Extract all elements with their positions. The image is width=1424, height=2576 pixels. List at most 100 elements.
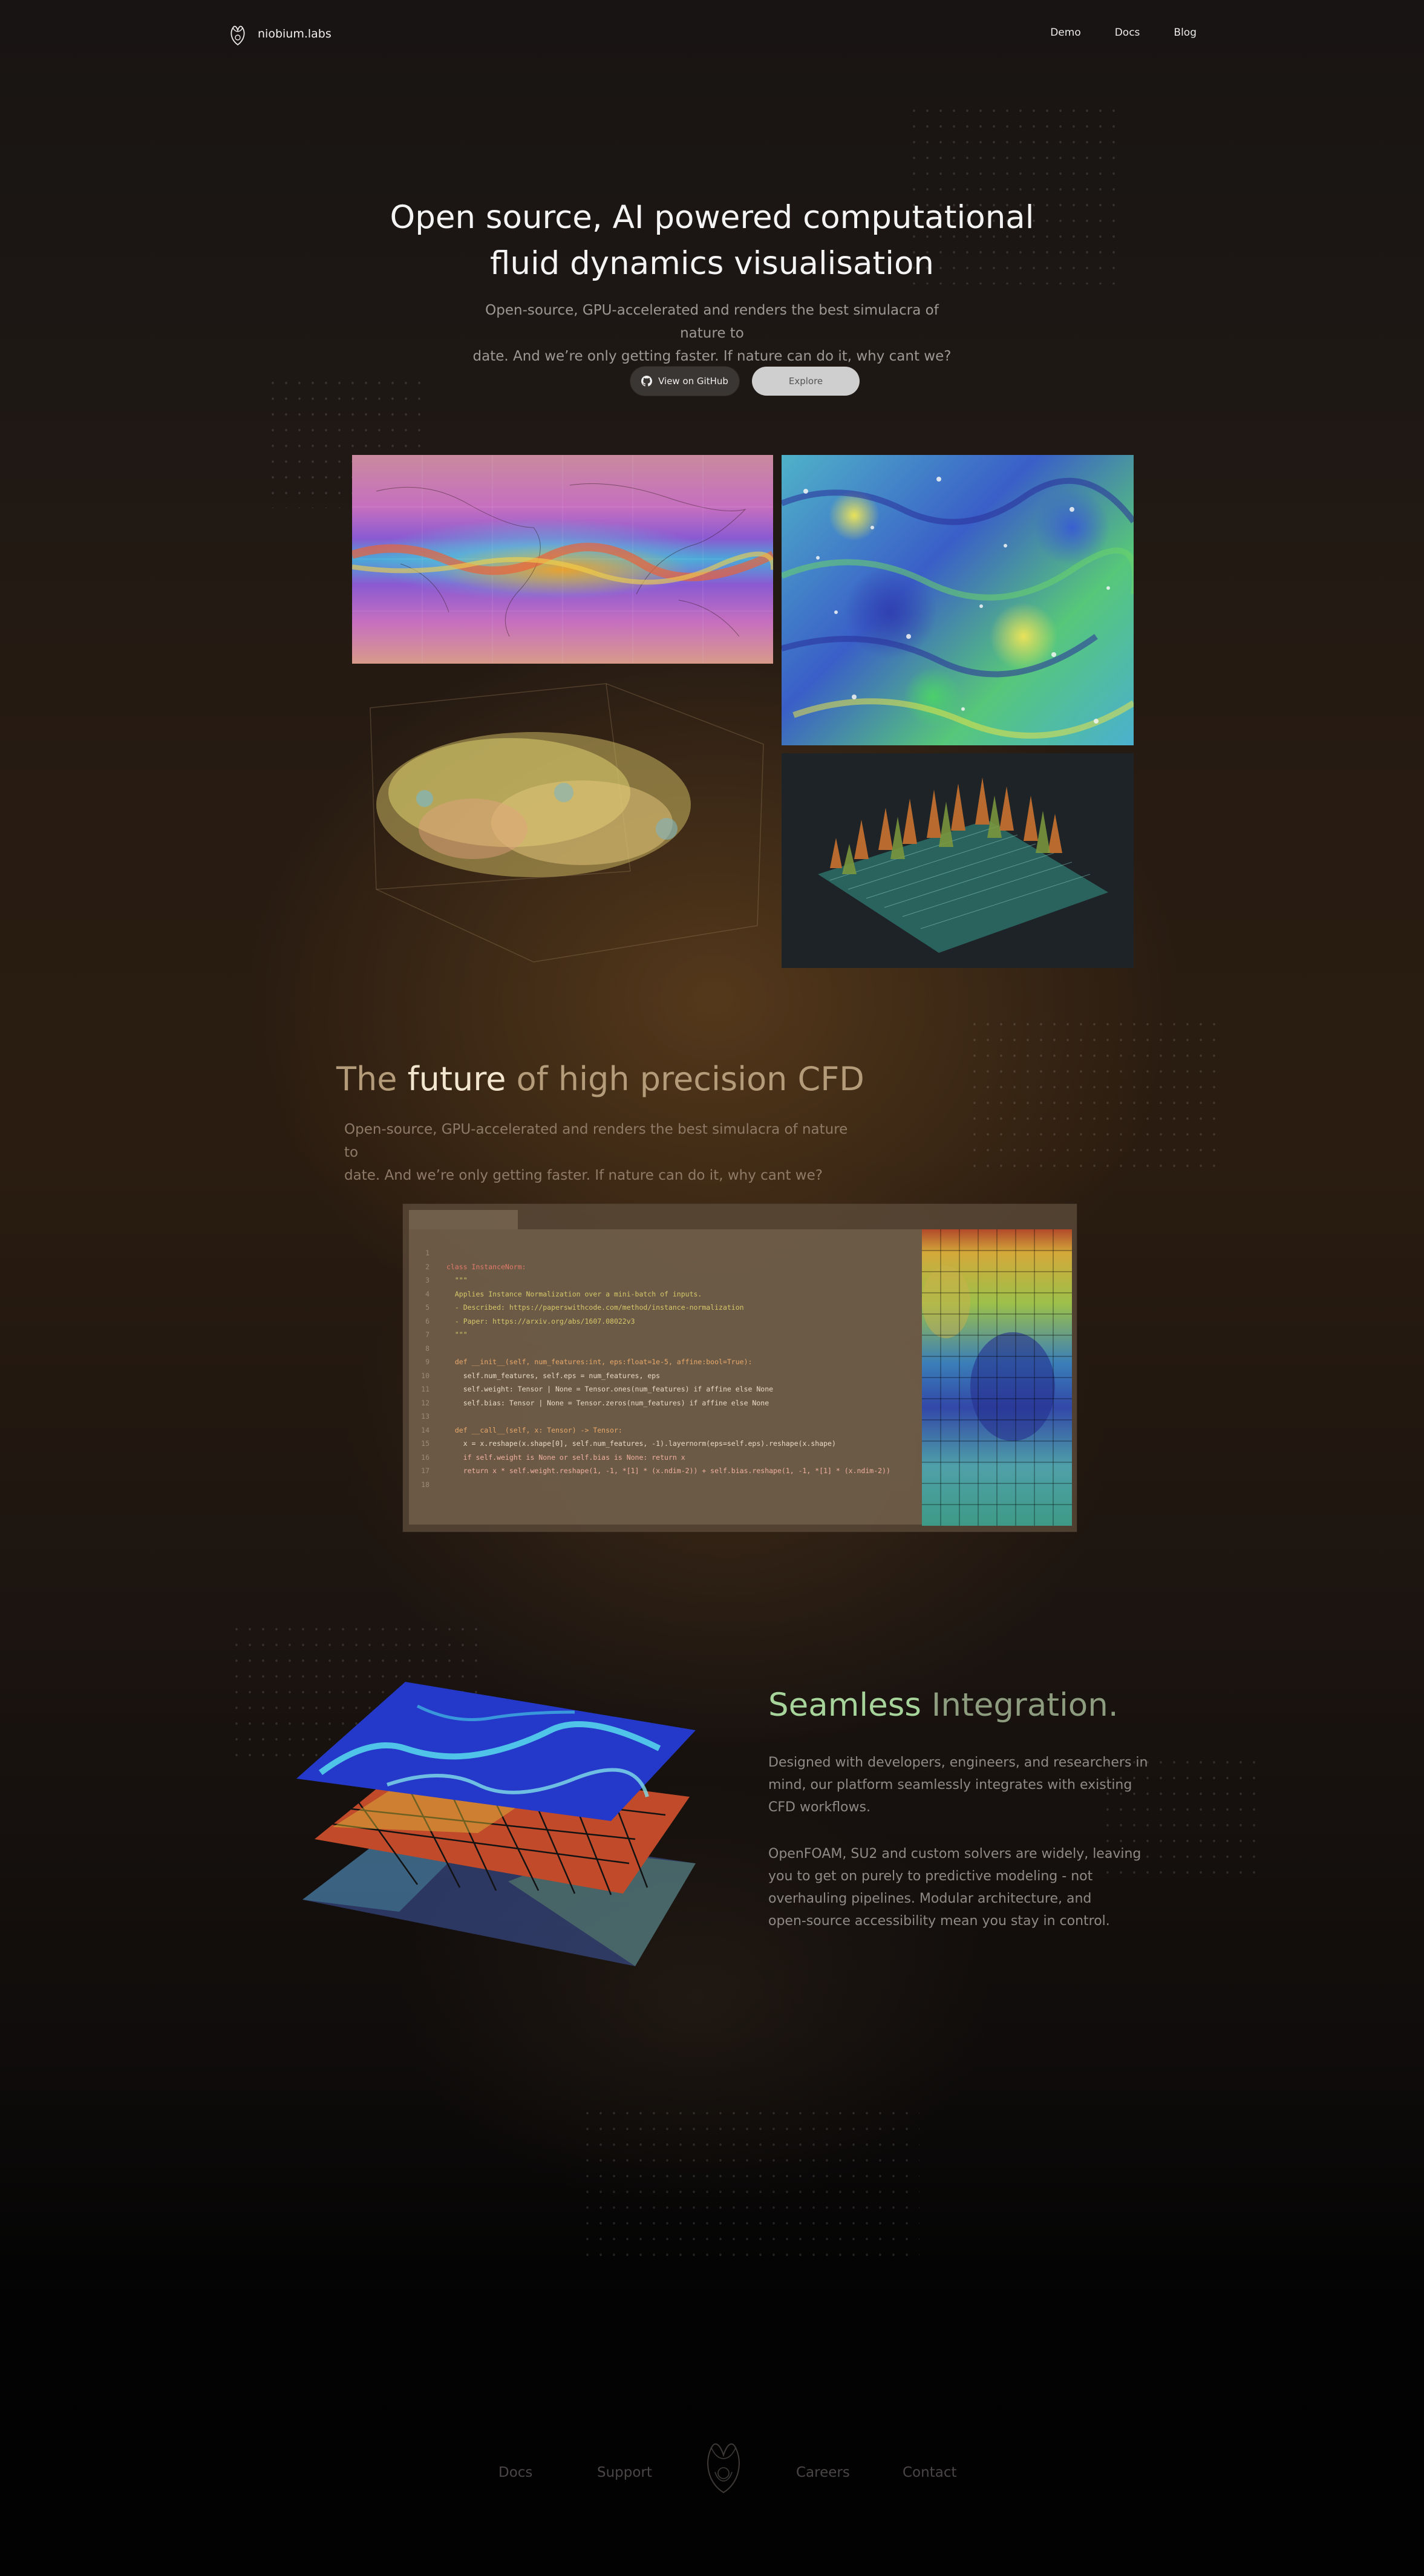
line-number: 18 [421,1480,429,1489]
future-subtitle: Open-source, GPU-accelerated and renders… [344,1118,864,1187]
line-number: 5 [425,1303,429,1312]
future-heading: The future of high precision CFD [336,1060,864,1098]
global-weather-map-image [352,455,773,664]
explore-button-label: Explore [788,376,823,387]
line-number: 10 [421,1371,429,1380]
line-number: 8 [425,1344,429,1353]
line-number: 4 [425,1289,429,1298]
seamless-p2-line: open-source accessibility mean you stay … [768,1914,1110,1929]
code-line: 15 x = x.reshape(x.shape[0], self.num_fe… [409,1437,923,1451]
github-icon [641,376,653,387]
code-line: 2 class InstanceNorm: [409,1260,923,1274]
top-nav: niobium.labs Demo Docs Blog [227,22,1197,46]
nav-links: Demo Docs Blog [1050,27,1197,39]
line-number: 11 [421,1385,429,1393]
code-line: 9 def __init__(self, num_features:int, e… [409,1355,923,1369]
code-line: 17 return x * self.weight.reshape(1, -1,… [409,1464,923,1478]
code-text: Applies Instance Normalization over a mi… [446,1289,702,1298]
logo-icon [230,25,245,46]
code-editor-panel: 1 2 class InstanceNorm: 3 """ 4 Applies Inst… [403,1204,1077,1532]
future-heading-highlight: future [407,1060,506,1098]
code-line: 16 if self.weight is None or self.bias i… [409,1451,923,1465]
code-line: 11 self.weight: Tensor | None = Tensor.o… [409,1382,923,1396]
code-text: return x * self.weight.reshape(1, -1, *[… [446,1466,890,1475]
code-text: def __init__(self, num_features:int, eps… [446,1358,753,1366]
hero-title-line1: Open source, AI powered computational [390,199,1034,236]
line-number: 17 [421,1466,429,1475]
turbulence-simulation-image [782,455,1134,745]
footer-link-docs[interactable]: Docs [498,2465,532,2480]
line-number: 6 [425,1316,429,1326]
seamless-p2-line: OpenFOAM, SU2 and custom solvers are wid… [768,1846,1141,1862]
seamless-paragraph-1: Designed with developers, engineers, and… [768,1751,1149,1819]
code-text: - Described: https://paperswithcode.com/… [446,1303,744,1312]
code-text: class InstanceNorm: [446,1262,526,1271]
code-line: 5 - Described: https://paperswithcode.co… [409,1301,923,1315]
seamless-heading: Seamless Integration. [768,1687,1119,1724]
line-number: 9 [425,1358,429,1366]
code-line: 3 """ [409,1273,923,1287]
footer-logo-icon[interactable] [701,2436,746,2496]
forest-terrain-image [782,753,1134,968]
heatmap-visual [922,1229,1072,1526]
line-number: 16 [421,1453,429,1462]
hero-title: Open source, AI powered computational fl… [349,195,1075,287]
nav-link-docs[interactable]: Docs [1115,27,1140,39]
explore-button[interactable]: Explore [752,367,860,396]
code-line: 18 [409,1478,923,1492]
seamless-paragraph-2: OpenFOAM, SU2 and custom solvers are wid… [768,1843,1149,1932]
seamless-heading-rest: Integration. [931,1687,1119,1724]
seamless-p1-line: CFD workflows. [768,1800,870,1815]
hero-subtitle: Open-source, GPU-accelerated and renders… [470,299,954,368]
code-line: 12 self.bias: Tensor | None = Tensor.zer… [409,1396,923,1410]
code-line: 8 [409,1342,923,1356]
footer-link-contact[interactable]: Contact [903,2465,956,2480]
code-text: x = x.reshape(x.shape[0], self.num_featu… [446,1439,836,1448]
brand-name: niobium.labs [258,27,332,41]
decorative-dots [581,2105,919,2263]
hero-subtitle-line2: date. And we’re only getting faster. If … [472,348,952,364]
volumetric-smoke-image [352,672,773,968]
view-on-github-button[interactable]: View on GitHub [630,367,739,396]
line-number: 13 [421,1412,429,1420]
future-subtitle-line1: Open-source, GPU-accelerated and renders… [344,1122,848,1160]
nav-link-blog[interactable]: Blog [1174,27,1197,39]
line-number: 2 [425,1262,429,1271]
seamless-p1-line: mind, our platform seamlessly integrates… [768,1777,1132,1793]
decorative-dots [968,1016,1222,1174]
brand-logo[interactable]: niobium.labs [227,22,332,46]
line-number: 3 [425,1276,429,1284]
code-line: 4 Applies Instance Normalization over a … [409,1287,923,1301]
line-number: 7 [425,1330,429,1339]
hero-subtitle-line1: Open-source, GPU-accelerated and renders… [485,302,939,341]
line-number: 12 [421,1398,429,1407]
future-heading-post: of high precision CFD [516,1060,864,1098]
code-text: self.num_features, self.eps = num_featur… [446,1371,661,1380]
code-text: - Paper: https://arxiv.org/abs/1607.0802… [446,1316,635,1326]
code-line: 6 - Paper: https://arxiv.org/abs/1607.08… [409,1315,923,1329]
code-line: 7 """ [409,1328,923,1342]
forest-render [818,777,1108,953]
nav-link-demo[interactable]: Demo [1050,27,1081,39]
line-number: 15 [421,1439,429,1448]
hero-title-line2: fluid dynamics visualisation [489,245,935,282]
seamless-p1-line: Designed with developers, engineers, and… [768,1755,1148,1770]
code-line: 10 self.num_features, self.eps = num_fea… [409,1369,923,1383]
footer-link-support[interactable]: Support [597,2465,652,2480]
stacked-layers-visual [296,1682,696,1966]
seamless-heading-highlight: Seamless [768,1687,921,1724]
footer-link-careers[interactable]: Careers [796,2465,850,2480]
line-number: 14 [421,1425,429,1434]
editor-tab[interactable] [409,1210,518,1229]
code-text: """ [446,1330,468,1339]
code-text: if self.weight is None or self.bias is N… [446,1453,685,1462]
smoke-render [370,683,764,963]
seamless-p2-line: overhauling pipelines. Modular architect… [768,1891,1092,1906]
code-text: self.bias: Tensor | None = Tensor.zeros(… [446,1398,769,1407]
code-line: 14 def __call__(self, x: Tensor) -> Tens… [409,1424,923,1437]
code-line: 13 [409,1410,923,1424]
code-block: 1 2 class InstanceNorm: 3 """ 4 Applies Inst… [409,1229,923,1525]
code-text: def __call__(self, x: Tensor) -> Tensor: [446,1425,622,1434]
github-button-label: View on GitHub [658,376,728,387]
line-number: 1 [425,1249,429,1257]
